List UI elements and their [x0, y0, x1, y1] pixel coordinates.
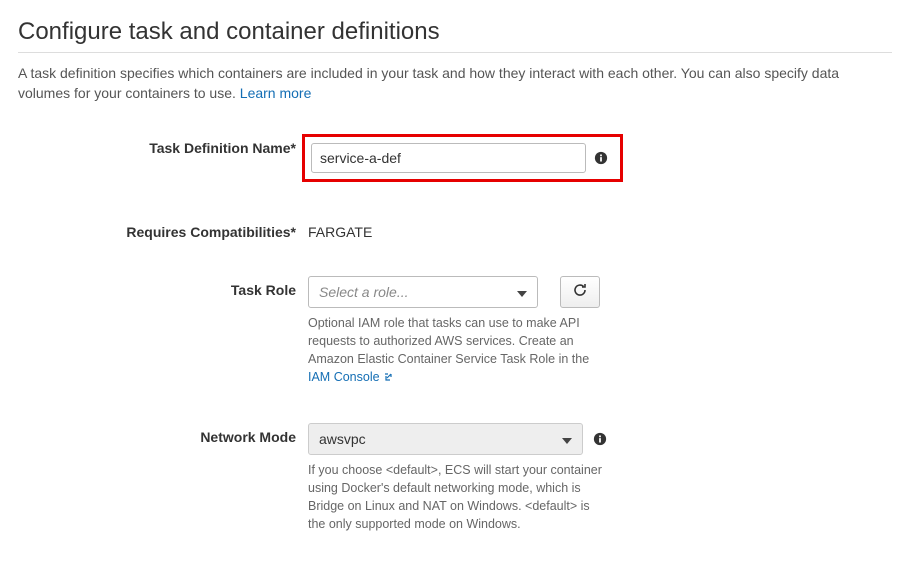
page-title: Configure task and container definitions [18, 18, 892, 46]
caret-down-icon [517, 284, 527, 300]
info-icon[interactable] [593, 432, 607, 446]
external-link-icon [383, 369, 393, 387]
label-requires-compatibilities: Requires Compatibilities* [18, 218, 308, 240]
task-role-help-text: Optional IAM role that tasks can use to … [308, 316, 589, 366]
refresh-button[interactable] [560, 276, 600, 308]
task-role-placeholder: Select a role... [319, 284, 409, 300]
row-task-role: Task Role Select a role... Optional IAM … [18, 276, 892, 388]
network-mode-help: If you choose <default>, ECS will start … [308, 461, 608, 534]
info-icon[interactable] [594, 151, 608, 165]
learn-more-link[interactable]: Learn more [240, 85, 312, 101]
highlight-box [302, 134, 623, 182]
page-description: A task definition specifies which contai… [18, 63, 868, 104]
label-task-role: Task Role [18, 276, 308, 298]
description-text: A task definition specifies which contai… [18, 65, 839, 101]
row-requires-compatibilities: Requires Compatibilities* FARGATE [18, 218, 892, 240]
network-mode-value: awsvpc [319, 431, 366, 447]
iam-console-link[interactable]: IAM Console [308, 370, 393, 384]
divider [18, 52, 892, 53]
task-role-select[interactable]: Select a role... [308, 276, 538, 308]
label-task-definition-name: Task Definition Name* [18, 134, 308, 156]
label-network-mode: Network Mode [18, 423, 308, 445]
caret-down-icon [562, 431, 572, 447]
task-definition-name-input[interactable] [311, 143, 586, 173]
network-mode-select[interactable]: awsvpc [308, 423, 583, 455]
requires-compatibilities-value: FARGATE [308, 218, 648, 240]
task-role-help: Optional IAM role that tasks can use to … [308, 314, 608, 388]
row-task-definition-name: Task Definition Name* [18, 134, 892, 182]
row-network-mode: Network Mode awsvpc If you choose <defau… [18, 423, 892, 534]
refresh-icon [572, 282, 588, 301]
